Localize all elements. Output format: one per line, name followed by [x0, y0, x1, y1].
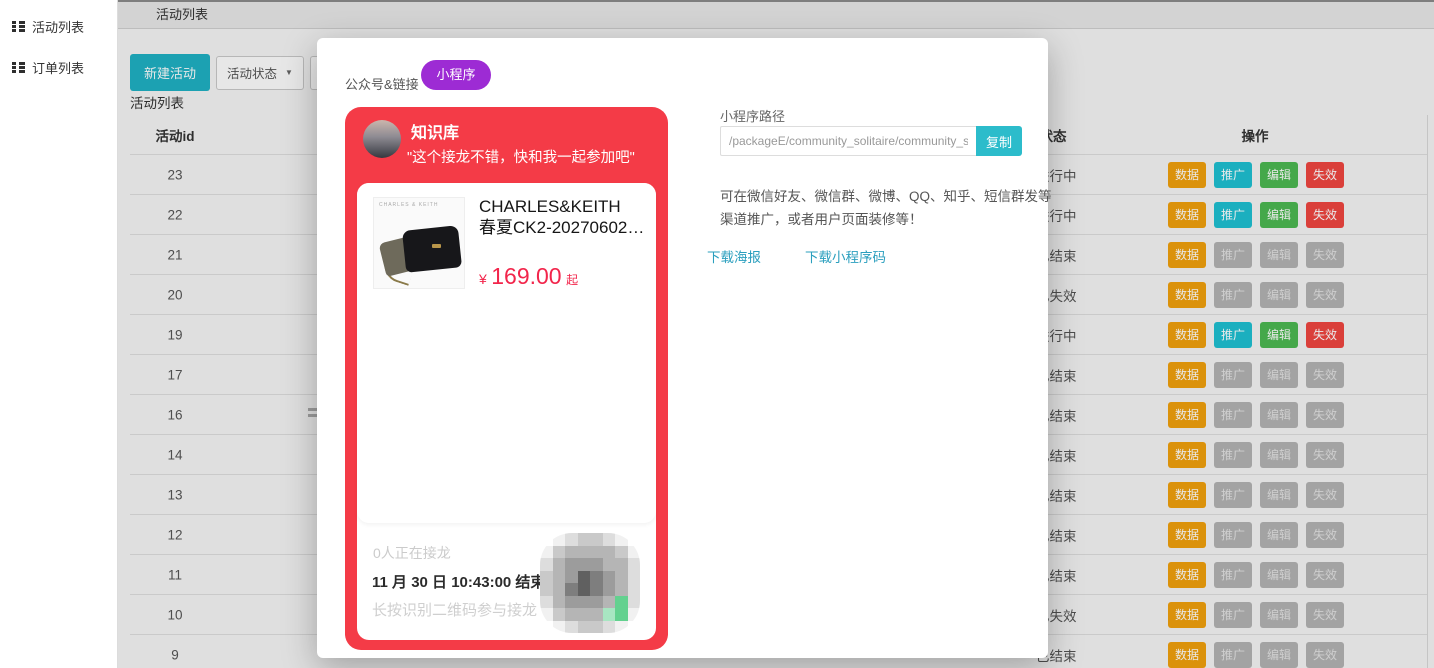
path-copy-row: 复制 — [720, 126, 1022, 156]
product-image: CHARLES & KEITH — [373, 197, 465, 289]
app-window: 活动列表 订单列表 活动列表 新建活动 活动状态 ▼ 活动列表 活动id 状态 … — [0, 0, 1434, 668]
product-image-brand-text: CHARLES & KEITH — [379, 202, 438, 208]
share-preview-card: 知识库 "这个接龙不错，快和我一起参加吧" CHARLES & KEITH CH… — [345, 107, 668, 650]
black-bag-shape — [402, 225, 462, 273]
participants-count: 0人正在接龙 — [373, 543, 451, 563]
preview-inner-card: CHARLES & KEITH CHARLES&KEITH 春夏CK2-2027… — [357, 183, 656, 640]
download-miniprogram-code-link[interactable]: 下载小程序码 — [805, 246, 886, 266]
product-title-line2: 春夏CK2-20270602… — [479, 217, 657, 238]
product-title-line1: CHARLES&KEITH — [479, 196, 657, 217]
list-icon — [12, 62, 25, 73]
deadline-text: 11 月 30 日 10:43:00 结束 — [372, 571, 545, 592]
tab-mini-program[interactable]: 小程序 — [421, 60, 491, 90]
copy-button[interactable]: 复制 — [976, 126, 1022, 156]
avatar — [363, 120, 401, 158]
product-price: ¥ 169.00 起 — [479, 263, 578, 290]
sidebar-item-label: 活动列表 — [32, 17, 84, 36]
price-amount: 169.00 — [491, 263, 561, 289]
share-modal: 公众号&链接 小程序 知识库 "这个接龙不错，快和我一起参加吧" CHARLES… — [317, 38, 1048, 658]
currency-symbol: ¥ — [479, 271, 487, 287]
long-press-hint: 长按识别二维码参与接龙 — [372, 599, 537, 620]
download-poster-link[interactable]: 下载海报 — [707, 246, 761, 266]
product-section: CHARLES & KEITH CHARLES&KEITH 春夏CK2-2027… — [357, 183, 656, 523]
sidebar-item-activity-list[interactable]: 活动列表 — [0, 6, 117, 47]
mini-program-path-label: 小程序路径 — [720, 106, 785, 125]
product-title: CHARLES&KEITH 春夏CK2-20270602… — [479, 196, 657, 239]
sidebar-item-order-list[interactable]: 订单列表 — [0, 47, 117, 88]
sidebar: 活动列表 订单列表 — [0, 0, 118, 668]
sidebar-item-label: 订单列表 — [32, 58, 84, 77]
list-icon — [12, 21, 25, 32]
price-suffix: 起 — [566, 273, 578, 287]
preview-nickname: 知识库 — [411, 119, 459, 143]
mini-program-path-input[interactable] — [720, 126, 976, 156]
promotion-help-text: 可在微信好友、微信群、微博、QQ、知乎、短信群发等渠道推广，或者用户页面装修等！ — [720, 186, 1058, 232]
tab-official-account-link[interactable]: 公众号&链接 — [345, 74, 419, 93]
preview-quote: "这个接龙不错，快和我一起参加吧" — [407, 146, 635, 167]
bag-clasp-shape — [432, 244, 441, 248]
qr-code-blurred — [540, 533, 640, 633]
